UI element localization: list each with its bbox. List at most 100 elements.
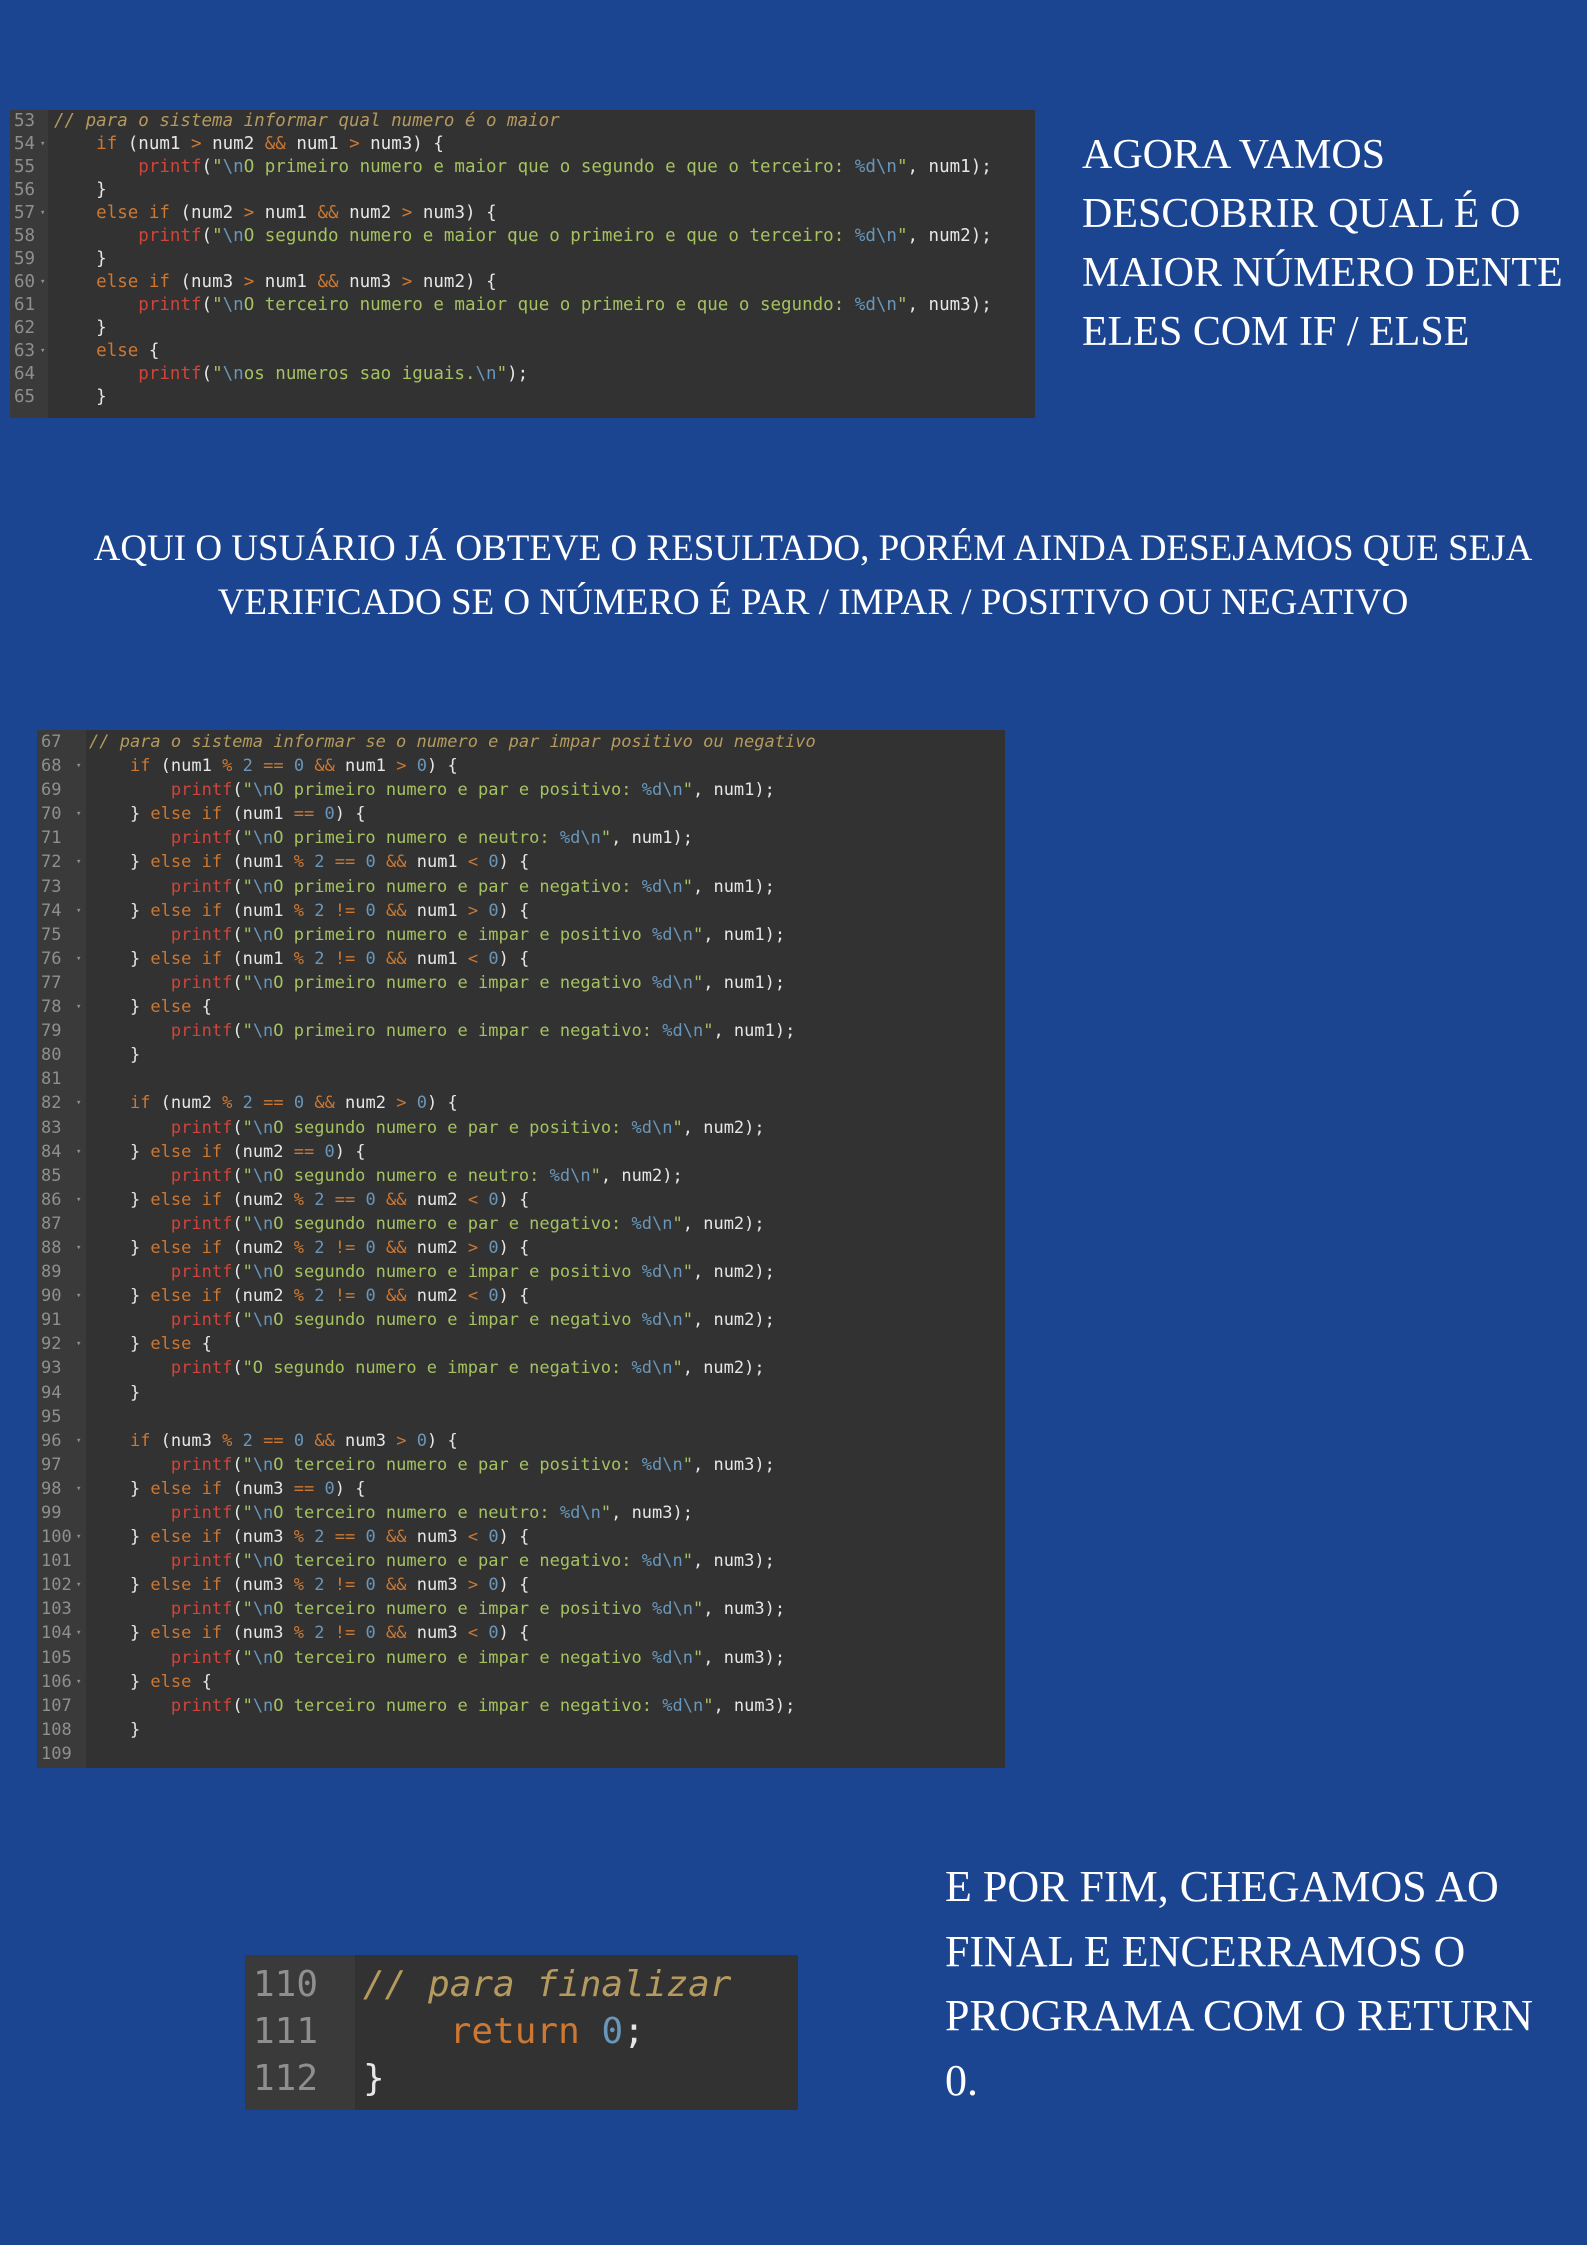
- code-text: }: [89, 1334, 151, 1355]
- code-text: (num1: [222, 804, 294, 825]
- fold-arrow-icon[interactable]: ▾: [76, 1621, 81, 1645]
- string-token: ": [242, 1213, 253, 1234]
- code-line: 82 ▾ if (num2 % 2 == 0 && num2 > 0) {: [37, 1091, 1005, 1115]
- code-line: 80 }: [37, 1043, 1005, 1067]
- code-text-line: printf("\nO segundo numero e par e posit…: [89, 1116, 765, 1140]
- string-token: ": [682, 780, 693, 801]
- operator-token: &&: [386, 1527, 407, 1548]
- code-text: ) {: [426, 1430, 458, 1451]
- code-text-line: return 0;: [363, 2008, 645, 2055]
- fold-arrow-icon[interactable]: ▾: [76, 1140, 81, 1164]
- fold-arrow-icon[interactable]: ▾: [76, 802, 81, 826]
- code-text: );: [507, 364, 529, 384]
- string-token: O primeiro numero e maior que o segundo …: [243, 157, 855, 177]
- line-number: 91: [41, 1310, 62, 1331]
- code-text: {: [138, 341, 160, 361]
- code-line: 69 printf("\nO primeiro numero e par e p…: [37, 778, 1005, 802]
- number-token: 0: [365, 1527, 376, 1548]
- code-text-line: } else if (num3 % 2 != 0 && num3 > 0) {: [89, 1573, 529, 1597]
- fold-arrow-icon[interactable]: ▾: [76, 899, 81, 923]
- fold-arrow-icon[interactable]: ▾: [40, 340, 45, 363]
- code-text-line: printf("\nos numeros sao iguais.\n");: [54, 363, 528, 386]
- code-text: , num1);: [713, 1021, 796, 1042]
- fold-arrow-icon[interactable]: ▾: [76, 1188, 81, 1212]
- code-text: ) {: [334, 1141, 366, 1162]
- keyword-token: if: [129, 1093, 151, 1114]
- code-text-line: else {: [54, 340, 159, 363]
- operator-token: <: [467, 852, 479, 873]
- keyword-token: else: [96, 272, 139, 292]
- keyword-token: if: [129, 756, 151, 777]
- operator-token: &&: [314, 1430, 335, 1451]
- fold-arrow-icon[interactable]: ▾: [76, 1525, 81, 1549]
- fold-arrow-icon[interactable]: ▾: [76, 754, 81, 778]
- string-token: ": [242, 1647, 253, 1668]
- escape-token: \n: [672, 972, 693, 993]
- fold-arrow-icon[interactable]: ▾: [40, 271, 45, 294]
- code-text: ) {: [426, 756, 458, 777]
- fold-arrow-icon[interactable]: ▾: [40, 202, 45, 225]
- fold-arrow-icon[interactable]: ▾: [76, 1477, 81, 1501]
- fold-arrow-icon[interactable]: ▾: [76, 1573, 81, 1597]
- fold-arrow-icon[interactable]: ▾: [76, 1332, 81, 1356]
- operator-token: >: [191, 134, 202, 154]
- code-text: ) {: [498, 1189, 530, 1210]
- fold-arrow-icon[interactable]: ▾: [76, 1236, 81, 1260]
- code-text-line: } else if (num1 % 2 != 0 && num1 > 0) {: [89, 899, 529, 923]
- fold-arrow-icon[interactable]: ▾: [76, 1284, 81, 1308]
- string-token: O primeiro numero e par e positivo:: [273, 780, 642, 801]
- operator-token: &&: [386, 1575, 407, 1596]
- fold-arrow-icon[interactable]: ▾: [76, 947, 81, 971]
- keyword-token: else: [150, 852, 192, 873]
- escape-token: %d: [652, 1647, 673, 1668]
- code-text: (: [201, 226, 213, 246]
- fold-arrow-icon[interactable]: ▾: [76, 1670, 81, 1694]
- keyword-token: else: [150, 1237, 192, 1258]
- code-line: 83 printf("\nO segundo numero e par e po…: [37, 1116, 1005, 1140]
- escape-token: %d: [631, 1213, 653, 1234]
- escape-token: \n: [252, 1310, 274, 1331]
- fold-arrow-icon[interactable]: ▾: [76, 850, 81, 874]
- operator-token: %: [222, 756, 233, 777]
- fold-arrow-icon[interactable]: ▾: [40, 133, 45, 156]
- operator-token: ==: [334, 852, 356, 873]
- operator-token: &&: [314, 1093, 335, 1114]
- escape-token: \n: [252, 1165, 274, 1186]
- code-text-line: } else if (num3 % 2 != 0 && num3 < 0) {: [89, 1621, 529, 1645]
- code-text: ) {: [498, 852, 530, 873]
- keyword-token: if: [201, 1623, 223, 1644]
- code-text: (: [232, 780, 243, 801]
- escape-token: %d: [559, 1503, 581, 1523]
- fold-arrow-icon[interactable]: ▾: [76, 1091, 81, 1115]
- code-text: (: [232, 1310, 243, 1331]
- fold-arrow-icon[interactable]: ▾: [76, 1429, 81, 1453]
- string-token: O segundo numero e par e positivo:: [273, 1117, 632, 1138]
- code-text: }: [89, 1141, 151, 1162]
- code-text: (: [232, 1213, 243, 1234]
- code-line: 87 printf("\nO segundo numero e par e ne…: [37, 1212, 1005, 1236]
- code-text: (: [201, 364, 213, 384]
- keyword-token: else: [150, 1671, 192, 1692]
- number-token: 0: [488, 1575, 499, 1596]
- code-text: , num1);: [703, 972, 786, 993]
- code-line: 85 printf("\nO segundo numero e neutro: …: [37, 1164, 1005, 1188]
- operator-token: ==: [263, 1093, 284, 1114]
- code-text: ) {: [498, 1527, 530, 1548]
- fold-arrow-icon[interactable]: ▾: [76, 995, 81, 1019]
